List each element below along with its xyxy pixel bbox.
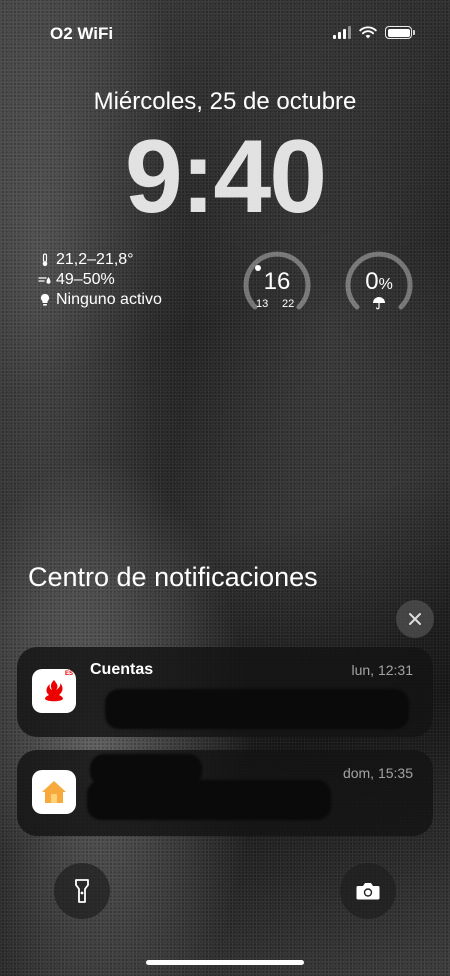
climate-widget[interactable]: 21,2–21,8° 49–50% Ninguno activo bbox=[38, 250, 162, 310]
carrier-label: O2 WiFi bbox=[50, 24, 114, 43]
lights-row: Ninguno activo bbox=[38, 290, 162, 310]
thermometer-icon bbox=[42, 253, 48, 267]
temperature-min: 13 bbox=[256, 298, 269, 310]
notification-center-title: Centro de notificaciones bbox=[28, 562, 318, 592]
flashlight-icon bbox=[75, 879, 89, 903]
app-region-badge: ES bbox=[64, 671, 73, 677]
rain-probability: 0% bbox=[344, 268, 414, 296]
notification-time: lun, 12:31 bbox=[351, 662, 414, 678]
cellular-signal-icon bbox=[333, 26, 351, 39]
rain-probability-value: 0 bbox=[365, 268, 379, 295]
umbrella-icon bbox=[373, 297, 385, 310]
humidity-range: 49–50% bbox=[56, 271, 115, 288]
temperature-gauge-widget[interactable]: 16 13 22 bbox=[242, 250, 312, 320]
notification-cuentas[interactable]: ES Cuentas lun, 12:31 bbox=[17, 647, 433, 737]
notification-time: dom, 15:35 bbox=[342, 765, 413, 781]
camera-button[interactable] bbox=[340, 863, 396, 919]
clear-notifications-button[interactable] bbox=[396, 600, 434, 638]
lightbulb-icon bbox=[40, 293, 50, 306]
rain-gauge-widget[interactable]: 0% bbox=[344, 250, 414, 320]
flashlight-button[interactable] bbox=[54, 863, 110, 919]
redacted-message bbox=[105, 689, 409, 729]
lock-screen-date: Miércoles, 25 de octubre bbox=[93, 88, 357, 115]
close-icon bbox=[409, 613, 421, 625]
notification-home[interactable]: dom, 15:35 bbox=[17, 750, 433, 836]
humidity-icon bbox=[38, 277, 51, 284]
temperature-range: 21,2–21,8° bbox=[56, 251, 134, 268]
temperature-current: 16 bbox=[263, 268, 291, 295]
status-icons bbox=[333, 26, 415, 39]
lights-status: Ninguno activo bbox=[56, 291, 162, 308]
home-indicator[interactable] bbox=[146, 960, 304, 965]
status-bar: O2 WiFi bbox=[0, 22, 450, 46]
home-app-icon bbox=[32, 770, 76, 814]
temperature-max: 22 bbox=[282, 298, 295, 310]
camera-icon bbox=[356, 883, 380, 900]
lock-screen-time: 9:40 bbox=[124, 119, 327, 235]
wifi-icon bbox=[359, 26, 377, 39]
santander-icon: ES bbox=[32, 669, 76, 713]
rain-probability-unit: % bbox=[378, 276, 393, 293]
redacted-message bbox=[87, 780, 331, 820]
humidity-row: 49–50% bbox=[38, 270, 162, 290]
battery-icon bbox=[385, 26, 415, 39]
temperature-row: 21,2–21,8° bbox=[38, 250, 162, 270]
notification-app-name: Cuentas bbox=[90, 661, 154, 678]
